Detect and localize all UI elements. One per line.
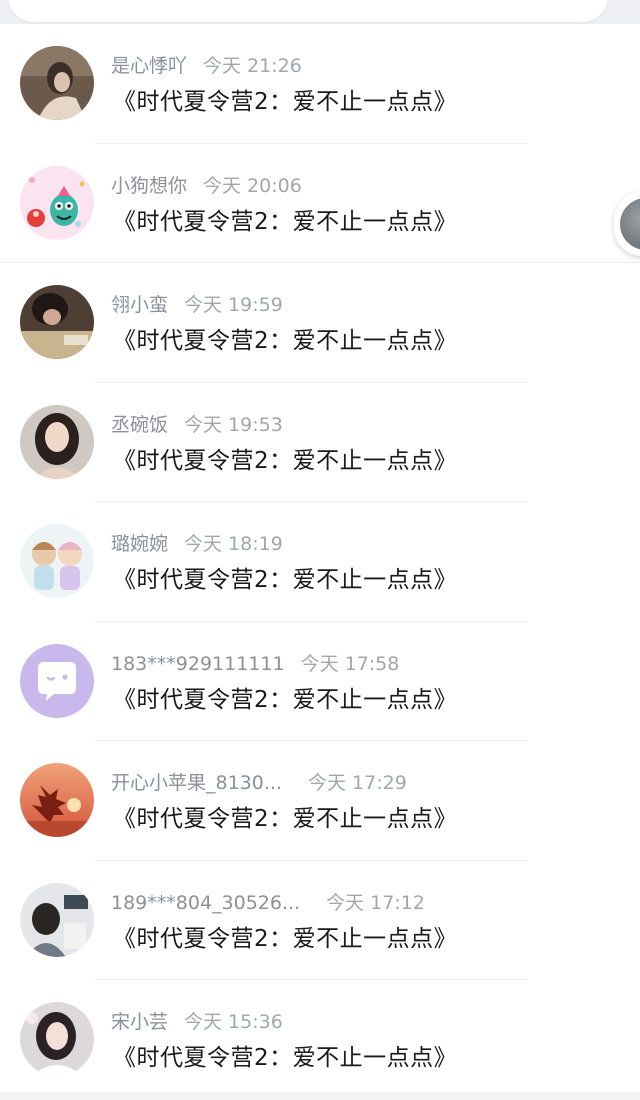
- message-text: 《时代夏令营2：爱不止一点点》: [113, 447, 458, 474]
- list-item[interactable]: 璐婉婉 今天 18:19 《时代夏令营2：爱不止一点点》: [0, 502, 640, 622]
- message-text: 《时代夏令营2：爱不止一点点》: [113, 806, 458, 832]
- timestamp: 今天 19:59: [184, 294, 283, 316]
- message-text: 《时代夏令营2：爱不止一点点》: [113, 328, 458, 354]
- list-item[interactable]: 翎小蛮 今天 19:59 《时代夏令营2：爱不止一点点》: [0, 263, 640, 383]
- list-item[interactable]: 宋小芸 今天 15:36 《时代夏令营2：爱不止一点点》: [0, 980, 640, 1100]
- avatar[interactable]: [20, 524, 94, 598]
- user-photo-icon: [620, 198, 640, 250]
- avatar[interactable]: [20, 46, 94, 120]
- cartoon-character-icon: [20, 165, 94, 240]
- avatar[interactable]: [20, 404, 94, 479]
- cartoon-characters-icon: [20, 524, 94, 598]
- username[interactable]: 宋小芸: [111, 1011, 168, 1033]
- message-text: 《时代夏令营2：爱不止一点点》: [113, 89, 458, 115]
- avatar[interactable]: [20, 285, 94, 359]
- maple-leaf-sunset-icon: [20, 763, 94, 837]
- avatar[interactable]: [20, 882, 94, 957]
- chat-bubble-icon: [20, 643, 94, 718]
- message-list: 是心悸吖 今天 21:26 《时代夏令营2：爱不止一点点》 小狗想你 今天 20…: [0, 24, 640, 1092]
- username[interactable]: 189***804_30526...: [111, 892, 300, 914]
- list-item[interactable]: 小狗想你 今天 20:06 《时代夏令营2：爱不止一点点》: [0, 144, 640, 263]
- username[interactable]: 是心悸吖: [111, 55, 187, 77]
- user-photo-icon: [20, 882, 94, 957]
- username[interactable]: 开心小苹果_8130...: [111, 772, 282, 794]
- timestamp: 今天 20:06: [203, 174, 302, 197]
- timestamp: 今天 17:29: [307, 772, 407, 794]
- username[interactable]: 183***929111111: [111, 653, 285, 675]
- message-text: 《时代夏令营2：爱不止一点点》: [113, 208, 458, 235]
- top-bar: [0, 0, 640, 46]
- list-item[interactable]: 183***929111111 今天 17:58 《时代夏令营2：爱不止一点点》: [0, 622, 640, 741]
- timestamp: 今天 17:12: [326, 891, 425, 914]
- avatar[interactable]: [20, 763, 94, 837]
- timestamp: 今天 15:36: [184, 1011, 283, 1033]
- list-item[interactable]: 189***804_30526... 今天 17:12 《时代夏令营2：爱不止一点…: [0, 861, 640, 980]
- list-item[interactable]: 是心悸吖 今天 21:26 《时代夏令营2：爱不止一点点》: [0, 24, 640, 144]
- avatar[interactable]: [20, 1002, 94, 1076]
- user-photo-icon: [20, 285, 94, 359]
- user-photo-icon: [20, 404, 94, 479]
- message-text: 《时代夏令营2：爱不止一点点》: [113, 567, 458, 593]
- user-photo-icon: [20, 1002, 94, 1076]
- username[interactable]: 翎小蛮: [111, 294, 168, 316]
- message-text: 《时代夏令营2：爱不止一点点》: [113, 686, 458, 713]
- search-bar[interactable]: [8, 0, 608, 22]
- message-text: 《时代夏令营2：爱不止一点点》: [113, 1045, 458, 1071]
- timestamp: 今天 21:26: [203, 55, 302, 77]
- message-text: 《时代夏令营2：爱不止一点点》: [113, 925, 458, 952]
- list-item[interactable]: 开心小苹果_8130... 今天 17:29 《时代夏令营2：爱不止一点点》: [0, 741, 640, 861]
- username[interactable]: 小狗想你: [111, 175, 187, 197]
- timestamp: 今天 17:58: [300, 652, 400, 675]
- username[interactable]: 丞碗饭: [111, 414, 168, 436]
- timestamp: 今天 18:19: [184, 533, 283, 555]
- username[interactable]: 璐婉婉: [111, 533, 168, 555]
- list-item[interactable]: 丞碗饭 今天 19:53 《时代夏令营2：爱不止一点点》: [0, 383, 640, 502]
- avatar[interactable]: [20, 165, 94, 240]
- timestamp: 今天 19:53: [184, 413, 283, 436]
- user-photo-icon: [20, 46, 94, 120]
- avatar[interactable]: [20, 643, 94, 718]
